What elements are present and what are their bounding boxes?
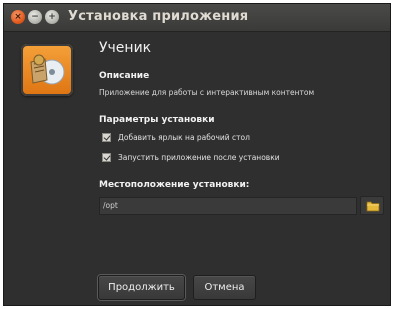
book-disc-icon [21,44,73,96]
launch-option[interactable]: Запустить приложение после установки [102,151,280,163]
description-text: Приложение для работы с интерактивным ко… [99,88,315,97]
app-name: Ученик [99,40,152,56]
launch-checkbox[interactable] [102,152,111,162]
close-icon[interactable]: × [11,10,25,24]
install-path-field[interactable]: /opt [99,197,357,215]
options-heading: Параметры установки [99,115,215,125]
continue-button[interactable]: Продолжить [98,275,185,300]
installer-window: × − + Установка приложения Ученик Описан… [3,3,391,306]
maximize-icon[interactable]: + [45,10,59,24]
folder-icon [366,201,380,212]
shortcut-checkbox[interactable] [102,132,111,142]
shortcut-option[interactable]: Добавить ярлык на рабочий стол [102,131,250,143]
description-heading: Описание [99,71,150,81]
browse-button[interactable] [360,196,384,215]
window-title: Установка приложения [68,9,249,24]
cancel-button[interactable]: Отмена [193,275,256,300]
launch-label: Запустить приложение после установки [118,152,280,162]
shortcut-label: Добавить ярлык на рабочий стол [118,132,250,142]
location-heading: Местоположение установки: [99,180,250,190]
title-bar: × − + Установка приложения [4,4,390,32]
minimize-icon[interactable]: − [28,10,42,24]
